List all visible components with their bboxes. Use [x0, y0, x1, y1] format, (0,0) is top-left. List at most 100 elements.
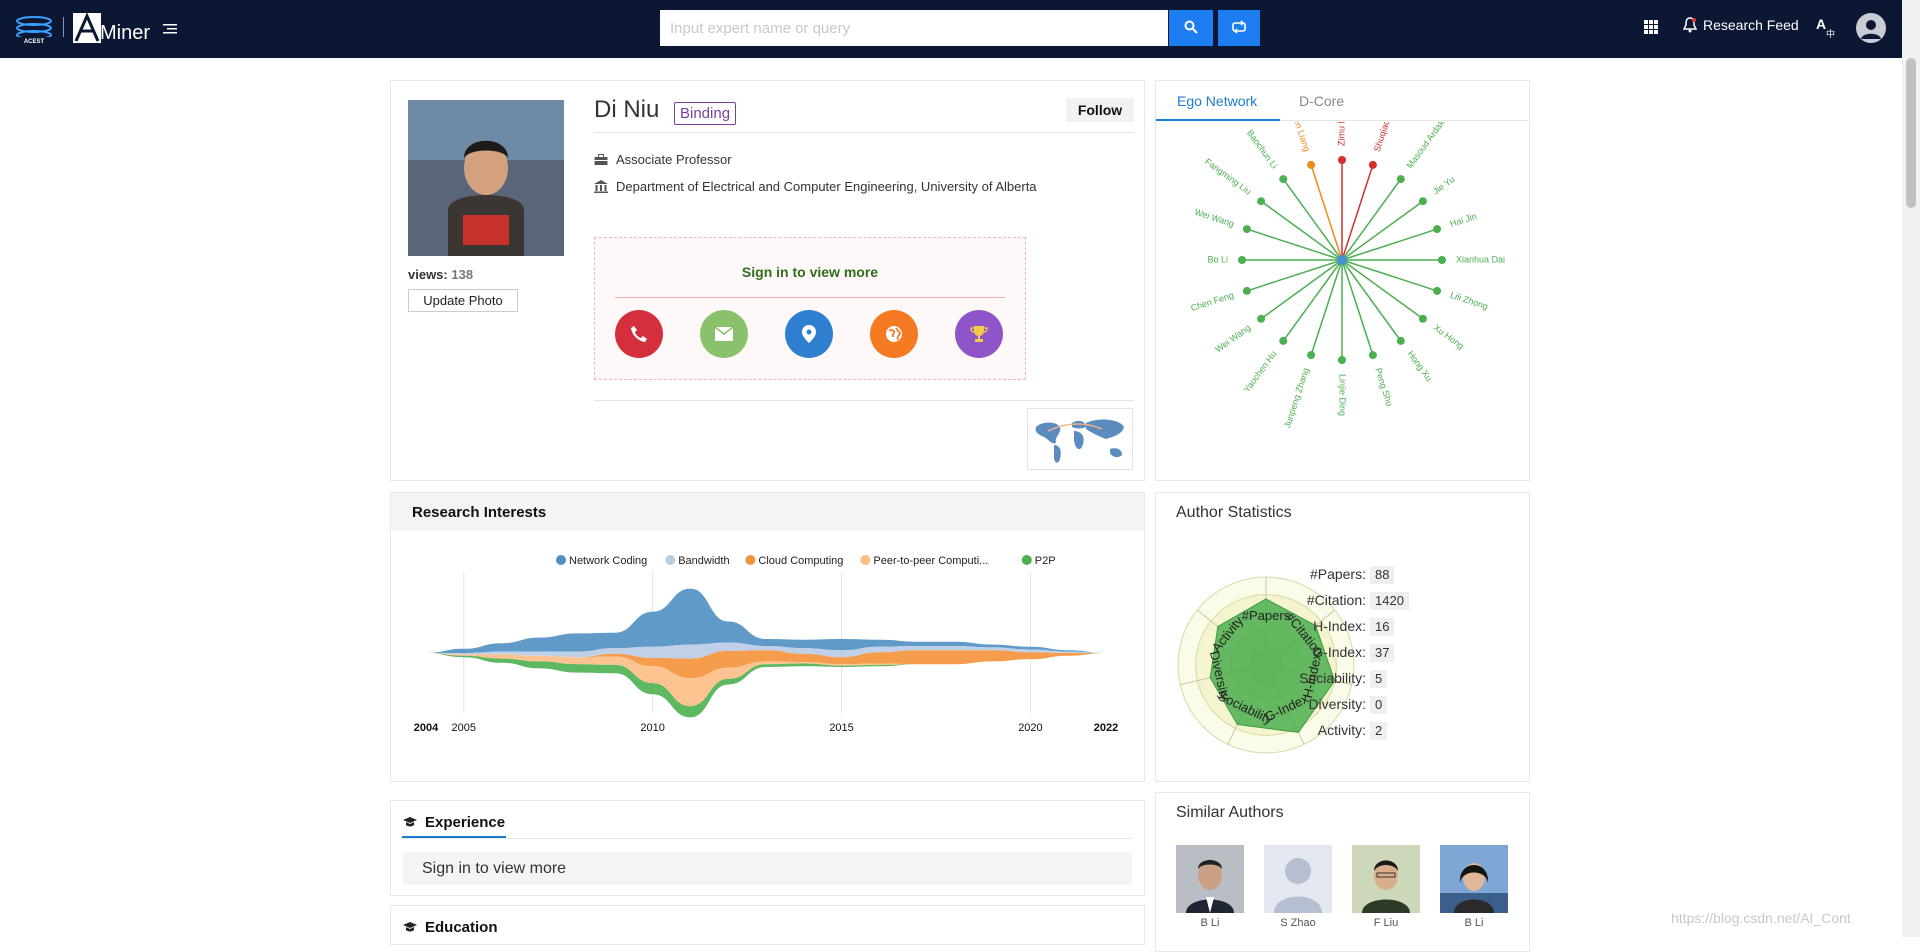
search-button[interactable] — [1169, 10, 1213, 46]
aminer-logo-text[interactable]: Miner — [100, 22, 150, 45]
ego-center-node[interactable] — [1337, 255, 1347, 265]
ego-node-label[interactable]: Jie Yu — [1431, 174, 1457, 196]
author-statistics-card: Author Statistics #Papers #Citation H-Inde… — [1155, 492, 1530, 782]
ego-node-label[interactable]: Wei Wang — [1213, 322, 1252, 354]
ego-node-label[interactable]: Yaochen Hu — [1242, 349, 1279, 394]
graduation-cap-icon — [403, 817, 417, 827]
ego-node-label[interactable]: Hong Xu — [1405, 349, 1434, 383]
phone-button[interactable] — [615, 310, 663, 358]
ego-node[interactable] — [1368, 351, 1377, 360]
ego-node-label[interactable]: Chen Feng — [1189, 290, 1234, 313]
similar-author-name[interactable]: F Liu — [1352, 917, 1420, 929]
ego-node-label[interactable]: Masoud Ardakani — [1404, 122, 1453, 170]
ego-node[interactable] — [1279, 175, 1288, 184]
follow-button[interactable]: Follow — [1066, 98, 1134, 122]
ego-node-label[interactable]: Fangming Liu — [1203, 156, 1253, 196]
ego-node[interactable] — [1257, 197, 1266, 206]
menu-icon[interactable] — [163, 22, 177, 36]
awards-button[interactable] — [955, 310, 1003, 358]
network-tabs: Ego Network D-Core — [1156, 81, 1529, 121]
aminer-logo-icon[interactable] — [73, 13, 101, 43]
location-button[interactable] — [785, 310, 833, 358]
tab-d-core[interactable]: D-Core — [1299, 93, 1344, 109]
similar-author-photo[interactable] — [1440, 845, 1508, 913]
similar-author-photo[interactable] — [1264, 845, 1332, 913]
ego-node[interactable] — [1433, 225, 1442, 234]
stat-row: G-Index: 37 — [1306, 644, 1456, 662]
signin-prompt[interactable]: Sign in to view more — [595, 264, 1025, 280]
ego-node-label[interactable]: Wei Wang — [1193, 207, 1235, 229]
email-button[interactable] — [700, 310, 748, 358]
ego-node[interactable] — [1438, 256, 1446, 264]
aceq-logo[interactable]: ACEST — [14, 13, 54, 45]
research-feed-link[interactable]: Research Feed — [1683, 17, 1799, 33]
briefcase-icon — [594, 153, 608, 165]
ego-node[interactable] — [1368, 160, 1377, 169]
ego-node-label[interactable]: Xu Hong — [1432, 322, 1466, 351]
homepage-button[interactable] — [870, 310, 918, 358]
ego-edge — [1246, 228, 1343, 261]
ego-edge — [1341, 200, 1424, 261]
similar-author-photo[interactable] — [1176, 845, 1244, 913]
world-map-thumbnail[interactable] — [1027, 408, 1133, 470]
tab-ego-network[interactable]: Ego Network — [1177, 93, 1257, 109]
apps-grid-icon[interactable] — [1643, 19, 1659, 35]
affiliation-row: Department of Electrical and Computer En… — [594, 179, 1037, 194]
ego-node-label[interactable]: Zimu Liu — [1336, 122, 1346, 146]
ego-node-label[interactable]: Shuqiao Zhao — [1372, 122, 1399, 153]
legend-label[interactable]: Cloud Computing — [758, 555, 843, 567]
ego-node[interactable] — [1433, 286, 1442, 295]
ego-node-label[interactable]: Peng Shu — [1373, 367, 1395, 408]
ego-edge — [1341, 228, 1438, 261]
ego-node-label[interactable]: Bo Li — [1207, 254, 1228, 264]
update-photo-button[interactable]: Update Photo — [408, 289, 518, 312]
ego-node[interactable] — [1257, 314, 1266, 323]
ego-node[interactable] — [1338, 356, 1346, 364]
stat-label: G-Index: — [1312, 644, 1366, 660]
language-icon[interactable]: A 中 — [1814, 15, 1838, 39]
legend-label[interactable]: Network Coding — [569, 555, 647, 567]
ego-node-label[interactable]: Hai Jin — [1449, 211, 1478, 229]
ego-node[interactable] — [1242, 286, 1251, 295]
ego-node[interactable] — [1418, 197, 1427, 206]
ego-node[interactable] — [1307, 160, 1316, 169]
ego-node-label[interactable]: Xianhua Dai — [1456, 254, 1505, 264]
ego-node[interactable] — [1396, 336, 1405, 345]
ego-node-label[interactable]: Linjie Ding — [1338, 374, 1348, 416]
stat-value: 88 — [1370, 566, 1395, 584]
user-avatar[interactable] — [1856, 13, 1886, 43]
ego-node[interactable] — [1279, 336, 1288, 345]
scrollbar-thumb[interactable] — [1906, 58, 1916, 208]
stream-series[interactable] — [426, 588, 1106, 653]
search-input[interactable] — [660, 10, 1168, 46]
switch-search-button[interactable] — [1218, 10, 1260, 46]
experience-signin[interactable]: Sign in to view more — [403, 852, 1132, 885]
binding-button[interactable]: Binding — [674, 102, 737, 125]
similar-author-name[interactable]: B Li — [1176, 917, 1244, 929]
legend-label[interactable]: P2P — [1035, 555, 1056, 567]
ego-node[interactable] — [1338, 156, 1346, 164]
ego-edge — [1341, 259, 1438, 292]
stat-value: 1420 — [1370, 592, 1409, 610]
ego-edge — [1310, 164, 1343, 261]
legend-label[interactable]: Peer-to-peer Computi... — [873, 555, 988, 567]
ego-network-card: Ego Network D-Core Zimu Liu Shuqiao Zhao M… — [1155, 80, 1530, 481]
similar-author-name[interactable]: B Li — [1440, 917, 1508, 929]
views-count: 138 — [451, 267, 474, 282]
similar-author-name[interactable]: S Zhao — [1264, 917, 1332, 929]
x-tick-label: 2010 — [640, 722, 664, 734]
stat-row: #Citation: 1420 — [1306, 592, 1456, 610]
ego-node[interactable] — [1418, 314, 1427, 323]
ego-node-label[interactable]: Baochun Li — [1245, 128, 1280, 170]
ego-node-label[interactable]: Ben Liang — [1290, 122, 1312, 153]
ego-node-label[interactable]: Junpeng Zhang — [1282, 367, 1311, 430]
similar-author-photo[interactable] — [1352, 845, 1420, 913]
legend-label[interactable]: Bandwidth — [678, 555, 729, 567]
research-interests-chart[interactable]: 2004 2005 2010 2015 2020 2022 Network Coding Ba… — [391, 531, 1144, 781]
ego-node[interactable] — [1242, 225, 1251, 234]
ego-node[interactable] — [1238, 256, 1246, 264]
ego-node-label[interactable]: Lili Zhong — [1449, 290, 1489, 312]
ego-node[interactable] — [1396, 175, 1405, 184]
ego-node[interactable] — [1307, 351, 1316, 360]
ego-network-graph[interactable]: Zimu Liu Shuqiao Zhao Masoud Ardakani Jie Y… — [1156, 122, 1529, 480]
